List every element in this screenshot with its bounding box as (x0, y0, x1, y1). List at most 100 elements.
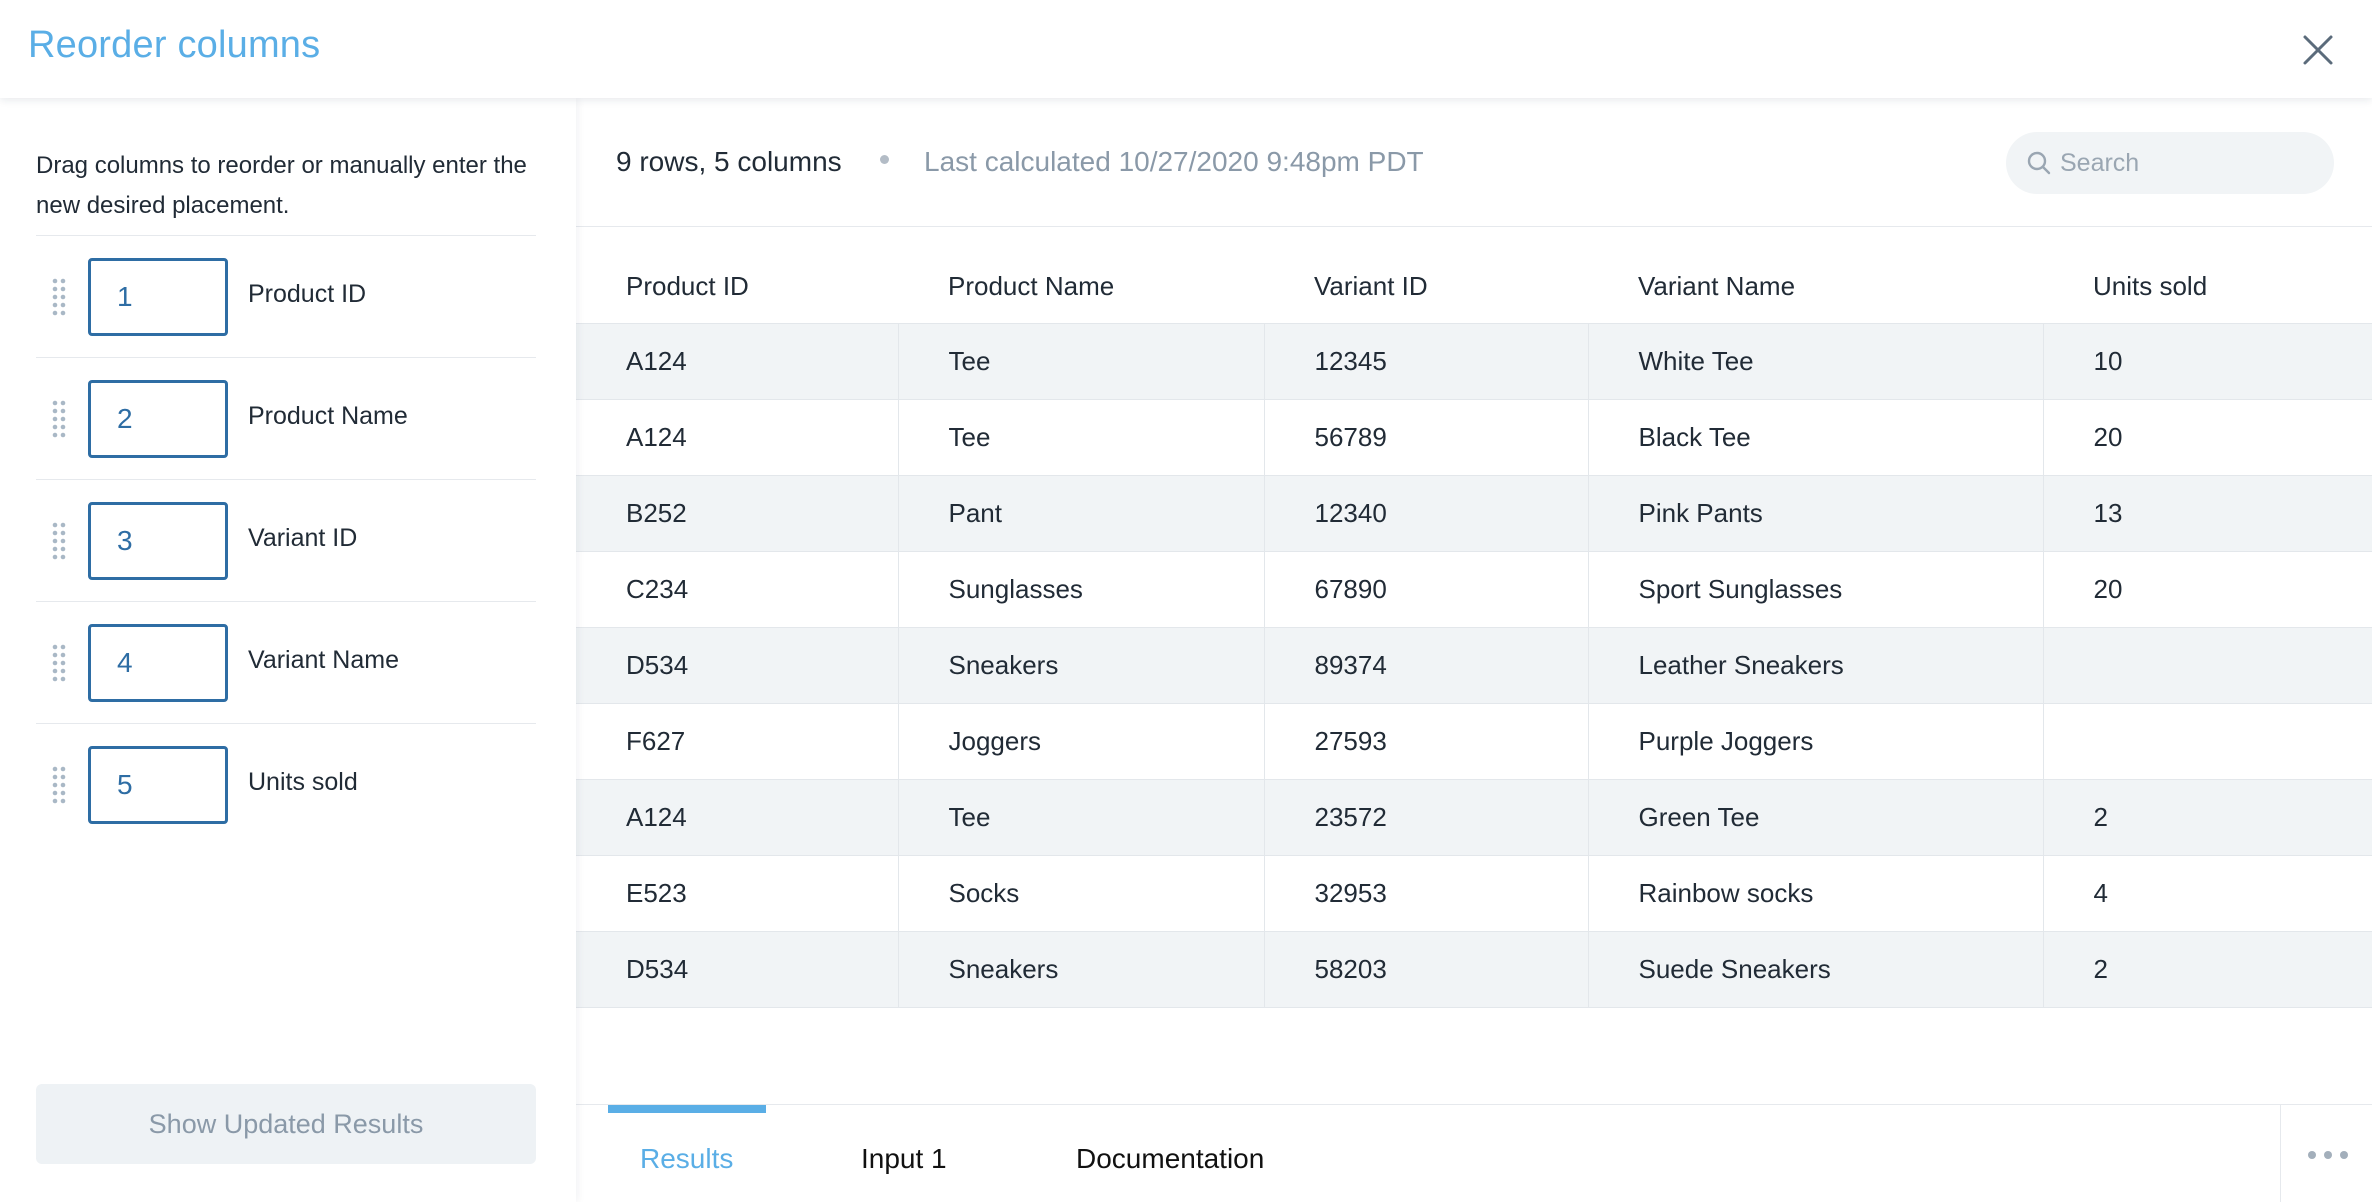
table-cell: Pant (897, 474, 1264, 551)
table-cell: 20 (2042, 398, 2372, 475)
table-cell: White Tee (1587, 322, 2043, 399)
column-order-list: Product ID Product Name (36, 235, 536, 845)
column-order-row[interactable]: Product Name (36, 357, 536, 479)
row-column-count: 9 rows, 5 columns (616, 146, 842, 177)
table-cell: 13 (2042, 474, 2372, 551)
table-cell: Leather Sneakers (1587, 626, 2043, 703)
table-cell: Purple Joggers (1587, 702, 2043, 779)
results-table-container: Product ID Product Name Variant ID Varia… (576, 250, 2372, 1008)
column-order-row[interactable]: Units sold (36, 723, 536, 845)
column-order-panel: Drag columns to reorder or manually ente… (0, 98, 576, 1202)
more-options-button[interactable] (2306, 1145, 2350, 1165)
column-order-label: Variant ID (248, 524, 358, 552)
table-cell: A124 (576, 322, 898, 399)
table-row: E523 Socks 32953 Rainbow socks 4 (576, 854, 2372, 931)
table-row: F627 Joggers 27593 Purple Joggers (576, 702, 2372, 779)
column-position-input[interactable] (88, 502, 228, 580)
table-cell: 56789 (1263, 398, 1588, 475)
table-cell: Joggers (897, 702, 1264, 779)
table-cell: 2 (2042, 930, 2372, 1008)
table-cell: D534 (576, 930, 898, 1008)
table-cell: Suede Sneakers (1587, 930, 2043, 1008)
table-cell: E523 (576, 854, 898, 931)
search-icon (2027, 151, 2051, 175)
table-cell: F627 (576, 702, 898, 779)
table-cell: Black Tee (1587, 398, 2043, 475)
column-header[interactable]: Variant ID (1264, 250, 1588, 323)
drag-handle-icon[interactable] (52, 278, 66, 316)
column-order-row[interactable]: Variant ID (36, 479, 536, 601)
column-order-label: Units sold (248, 768, 358, 796)
search-input[interactable] (2060, 132, 2320, 194)
column-header[interactable]: Product ID (576, 250, 898, 323)
close-button[interactable] (2298, 30, 2338, 70)
table-cell: A124 (576, 778, 898, 855)
drag-handle-icon[interactable] (52, 644, 66, 682)
table-cell: Sport Sunglasses (1587, 550, 2043, 627)
tab-bar-divider (2280, 1105, 2281, 1202)
active-tab-indicator (608, 1105, 766, 1113)
table-cell: 10 (2042, 322, 2372, 399)
column-order-row[interactable]: Variant Name (36, 601, 536, 723)
table-cell: 4 (2042, 854, 2372, 931)
table-cell: Rainbow socks (1587, 854, 2043, 931)
table-cell: 67890 (1263, 550, 1588, 627)
last-calculated-text: Last calculated 10/27/2020 9:48pm PDT (924, 146, 1424, 177)
table-cell: Tee (897, 778, 1264, 855)
column-order-row[interactable]: Product ID (36, 235, 536, 357)
column-position-input[interactable] (88, 258, 228, 336)
column-position-input[interactable] (88, 624, 228, 702)
results-table: Product ID Product Name Variant ID Varia… (576, 250, 2372, 1008)
close-icon (2303, 35, 2333, 65)
table-header-row: Product ID Product Name Variant ID Varia… (576, 250, 2372, 323)
table-cell: 2 (2042, 778, 2372, 855)
table-row: A124 Tee 56789 Black Tee 20 (576, 398, 2372, 475)
show-updated-results-button[interactable]: Show Updated Results (36, 1084, 536, 1164)
more-horizontal-icon (2308, 1151, 2348, 1159)
table-cell: 58203 (1263, 930, 1588, 1008)
search-box[interactable] (2006, 132, 2334, 194)
table-cell: Sneakers (897, 930, 1264, 1008)
table-row: D534 Sneakers 89374 Leather Sneakers (576, 626, 2372, 703)
table-row: D534 Sneakers 58203 Suede Sneakers 2 (576, 930, 2372, 1008)
table-row: B252 Pant 12340 Pink Pants 13 (576, 474, 2372, 551)
table-cell: 12345 (1263, 322, 1588, 399)
table-cell: 20 (2042, 550, 2372, 627)
table-cell: 27593 (1263, 702, 1588, 779)
table-row: C234 Sunglasses 67890 Sport Sunglasses 2… (576, 550, 2372, 627)
column-header[interactable]: Variant Name (1588, 250, 2043, 323)
table-cell: 89374 (1263, 626, 1588, 703)
table-cell: Tee (897, 322, 1264, 399)
tab-label: Input 1 (861, 1143, 947, 1174)
column-position-input[interactable] (88, 746, 228, 824)
table-cell: 32953 (1263, 854, 1588, 931)
table-cell: Green Tee (1587, 778, 2043, 855)
table-cell: Sunglasses (897, 550, 1264, 627)
table-row: A124 Tee 23572 Green Tee 2 (576, 778, 2372, 855)
table-row: A124 Tee 12345 White Tee 10 (576, 322, 2372, 399)
table-cell: A124 (576, 398, 898, 475)
drag-handle-icon[interactable] (52, 766, 66, 804)
modal-header: Reorder columns (0, 0, 2372, 98)
column-header[interactable]: Units sold (2043, 250, 2372, 323)
table-cell (2042, 626, 2372, 703)
tab-label: Documentation (1076, 1143, 1265, 1174)
column-order-label: Product ID (248, 280, 367, 308)
table-cell: B252 (576, 474, 898, 551)
table-cell: Pink Pants (1587, 474, 2043, 551)
separator-dot (880, 155, 889, 164)
table-cell: C234 (576, 550, 898, 627)
drag-handle-icon[interactable] (52, 400, 66, 438)
column-order-label: Product Name (248, 402, 408, 430)
column-position-input[interactable] (88, 380, 228, 458)
tab-label: Results (640, 1143, 734, 1174)
page-title: Reorder columns (28, 24, 321, 66)
column-header[interactable]: Product Name (898, 250, 1264, 323)
table-cell (2042, 702, 2372, 779)
table-cell: Socks (897, 854, 1264, 931)
drag-handle-icon[interactable] (52, 522, 66, 560)
summary-divider (576, 226, 2372, 227)
table-cell: Sneakers (897, 626, 1264, 703)
instructions-text: Drag columns to reorder or manually ente… (36, 152, 527, 219)
table-cell: 12340 (1263, 474, 1588, 551)
